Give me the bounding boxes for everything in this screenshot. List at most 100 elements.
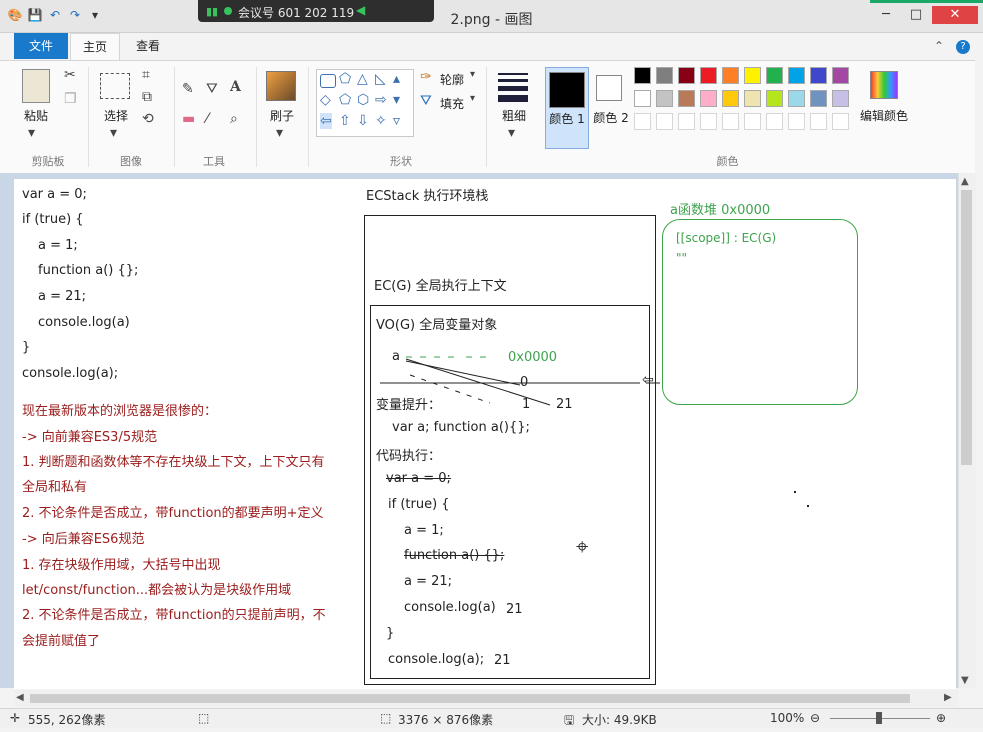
custom-color-slot[interactable] [722,113,739,130]
custom-color-slot[interactable] [700,113,717,130]
color-swatch[interactable] [788,67,805,84]
clipboard-icon[interactable] [22,69,50,103]
arrow-down-shape-icon[interactable]: ⇩ [357,113,369,129]
fill-bucket-icon[interactable]: ⛛ [206,81,218,97]
minimize-button[interactable]: ─ [872,6,900,24]
more-shapes-icon[interactable]: ▿ [393,113,400,129]
pentagon-shape-icon[interactable]: ⬠ [339,92,351,108]
tab-file[interactable]: 文件 [14,33,68,59]
right-triangle-shape-icon[interactable]: ◺ [375,71,386,87]
zoom-in-icon[interactable]: ⊕ [936,711,946,725]
rainbow-icon[interactable] [870,71,898,99]
diamond-shape-icon[interactable]: ◇ [320,92,331,108]
paste-dropdown-icon[interactable]: ▾ [28,125,35,141]
select-icon[interactable] [100,73,130,99]
rounded-rect-shape-icon[interactable] [320,74,336,88]
zoom-out-icon[interactable]: ⊖ [810,711,820,725]
tab-view[interactable]: 查看 [124,33,172,59]
color-swatch[interactable] [744,90,761,107]
brushes-button[interactable]: 刷子 [262,107,302,124]
color-swatch[interactable] [700,67,717,84]
outline-button[interactable]: 轮廓 [440,71,464,88]
arrow-left-shape-icon[interactable]: ⇦ [320,113,332,129]
color-swatch[interactable] [700,90,717,107]
custom-color-slot[interactable] [656,113,673,130]
scroll-down-icon[interactable]: ▾ [393,92,400,108]
color-swatch[interactable] [766,67,783,84]
scroll-right-arrow-icon[interactable]: ▶ [944,692,952,703]
color-swatch[interactable] [744,67,761,84]
color-swatch[interactable] [810,90,827,107]
shapes-gallery[interactable]: ⬠ △ ◺ ▴ ◇ ⬠ ⬡ ⇨ ▾ ⇦ ⇧ ⇩ ✧ ▿ [316,69,414,137]
custom-color-slot[interactable] [788,113,805,130]
select-button[interactable]: 选择 [96,107,136,124]
close-button[interactable]: ✕ [932,6,978,24]
copy-icon[interactable]: ❐ [64,91,77,107]
outline-dropdown-icon[interactable]: ▾ [470,69,475,80]
code-line: a = 21; [38,289,87,304]
maximize-button[interactable]: □ [902,6,930,24]
custom-color-slot[interactable] [678,113,695,130]
color-swatch[interactable] [832,90,849,107]
collapse-ribbon-icon[interactable]: ⌃ [934,39,944,53]
tab-home[interactable]: 主页 [70,33,121,60]
color-swatch[interactable] [766,90,783,107]
brush-dropdown-icon[interactable]: ▾ [276,125,283,141]
color-swatch[interactable] [634,90,651,107]
select-dropdown-icon[interactable]: ▾ [110,125,117,141]
star-shape-icon[interactable]: ✧ [375,113,387,129]
horizontal-scroll-thumb[interactable] [30,694,910,703]
edit-colors-button[interactable]: 编辑颜色 [858,107,910,124]
pencil-icon[interactable]: ✎ [182,81,194,97]
custom-color-slot[interactable] [810,113,827,130]
color-swatch[interactable] [810,67,827,84]
help-icon[interactable]: ? [956,40,970,54]
size-dropdown-icon[interactable]: ▾ [508,125,515,141]
eraser-icon[interactable]: ▬ [182,111,195,127]
color-swatch[interactable] [788,90,805,107]
custom-color-slot[interactable] [634,113,651,130]
polygon-shape-icon[interactable]: ⬠ [339,71,351,87]
scroll-left-arrow-icon[interactable]: ◀ [16,692,24,703]
scroll-up-arrow-icon[interactable]: ▲ [961,176,969,187]
size-icon[interactable] [498,73,528,102]
rotate-icon[interactable]: ⟲ [142,111,154,127]
drawing-canvas[interactable]: var a = 0; if (true) { a = 1; function a… [14,179,956,689]
color-swatch[interactable] [634,67,651,84]
color-swatch[interactable] [656,67,673,84]
fill-icon[interactable]: ⛛ [420,93,432,109]
scroll-up-icon[interactable]: ▴ [393,71,400,87]
fill-button[interactable]: 填充 [440,95,464,112]
color-swatch[interactable] [678,67,695,84]
triangle-shape-icon[interactable]: △ [357,71,368,87]
resize-icon[interactable]: ⧉ [142,89,152,105]
hexagon-shape-icon[interactable]: ⬡ [357,92,369,108]
vertical-scroll-thumb[interactable] [961,190,972,465]
color1-selector[interactable]: 颜色 1 [545,67,589,149]
brush-icon[interactable] [266,71,296,101]
custom-color-slot[interactable] [744,113,761,130]
color-swatch[interactable] [656,90,673,107]
magnifier-icon[interactable]: ⌕ [230,111,238,127]
custom-color-slot[interactable] [766,113,783,130]
fill-dropdown-icon[interactable]: ▾ [470,93,475,104]
text-icon[interactable]: A [230,79,241,95]
size-button[interactable]: 粗细 [494,107,534,124]
color2-selector[interactable]: 颜色 2 [592,67,632,149]
color-swatch[interactable] [722,67,739,84]
color-swatch[interactable] [678,90,695,107]
outline-icon[interactable]: ✑ [420,69,432,85]
color-swatch[interactable] [722,90,739,107]
crop-icon[interactable]: ⌗ [142,67,150,83]
cut-icon[interactable]: ✂ [64,67,76,83]
arrow-right-shape-icon[interactable]: ⇨ [375,92,387,108]
paste-button[interactable]: 粘贴 [18,107,54,124]
arrow-up-shape-icon[interactable]: ⇧ [339,113,351,129]
zoom-slider-thumb[interactable] [876,712,882,724]
note-line: let/const/function...都会被认为是块级作用域 [22,583,292,598]
scroll-down-arrow-icon[interactable]: ▼ [961,675,969,686]
custom-color-slot[interactable] [832,113,849,130]
color-swatch[interactable] [832,67,849,84]
color-picker-icon[interactable]: ⁄ [206,111,208,127]
exec-line: if (true) { [388,497,450,512]
